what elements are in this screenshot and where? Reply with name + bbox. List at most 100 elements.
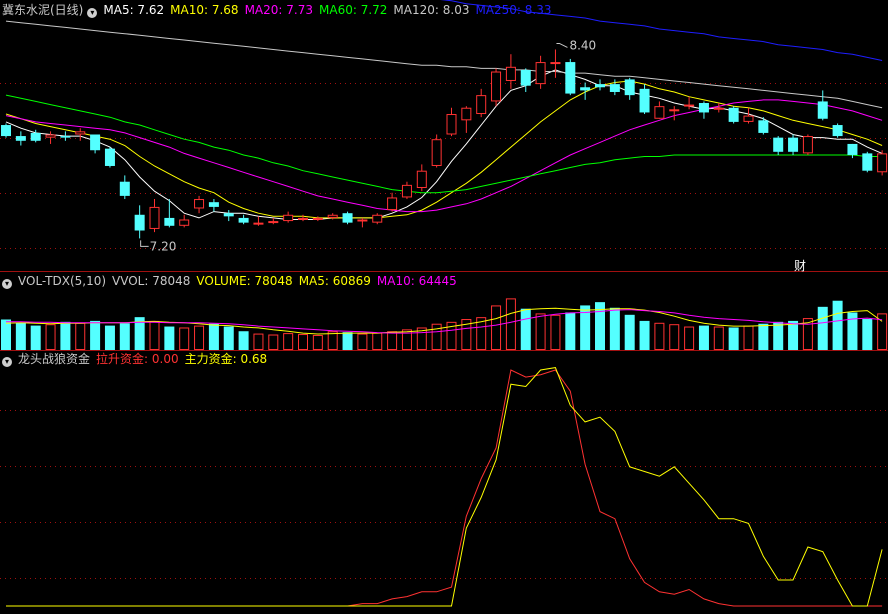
candle bbox=[877, 150, 888, 176]
candle bbox=[654, 101, 665, 119]
volume-indicators: VVOL: 78048 VOLUME: 78048 MA5: 60869 MA10: … bbox=[112, 274, 463, 288]
candle bbox=[90, 134, 101, 154]
candle-body bbox=[75, 131, 86, 135]
indicator-label: MA120: 8.03 bbox=[393, 3, 470, 17]
candle-body bbox=[862, 153, 873, 171]
candle-body bbox=[654, 106, 665, 119]
volume-bar bbox=[565, 312, 576, 350]
candle bbox=[283, 211, 294, 223]
candle bbox=[565, 58, 576, 96]
candle bbox=[401, 181, 412, 200]
candle bbox=[728, 106, 739, 124]
indicator-label: 主力资金: 0.68 bbox=[184, 352, 268, 366]
volume-bars[interactable] bbox=[1, 298, 888, 351]
candle bbox=[461, 106, 472, 133]
candle-body bbox=[327, 214, 338, 218]
stock-chart[interactable]: 8.40 7.20 财 bbox=[0, 0, 888, 614]
volume-bar bbox=[817, 306, 828, 350]
candle-body bbox=[476, 95, 487, 115]
volume-bar bbox=[550, 314, 561, 350]
candle bbox=[179, 214, 190, 228]
candle bbox=[446, 107, 457, 137]
volume-bar bbox=[773, 321, 784, 350]
candle-body bbox=[179, 219, 190, 226]
volume-bar bbox=[743, 325, 754, 351]
candle bbox=[758, 117, 769, 135]
candle-body bbox=[253, 222, 264, 225]
indicator-label: MA60: 7.72 bbox=[319, 3, 388, 17]
candle bbox=[491, 68, 502, 107]
volume-bar bbox=[624, 314, 635, 350]
candle bbox=[817, 90, 828, 121]
volume-bar bbox=[208, 323, 219, 350]
chevron-down-icon[interactable]: ▾ bbox=[2, 279, 12, 289]
volume-bar bbox=[15, 322, 26, 350]
volume-bar bbox=[535, 313, 546, 350]
volume-bar bbox=[639, 320, 650, 350]
price-panel-header: 冀东水泥(日线) ▾ MA5: 7.62 MA10: 7.68 MA20: 7.73 MA… bbox=[2, 2, 564, 18]
candle-body bbox=[847, 143, 858, 155]
event-marker[interactable]: 财 bbox=[794, 259, 806, 273]
volume-bar bbox=[268, 334, 279, 350]
candle-body bbox=[60, 136, 71, 138]
candle-body bbox=[832, 125, 843, 137]
candle bbox=[15, 131, 26, 146]
candle-body bbox=[788, 137, 799, 152]
volume-bar bbox=[327, 331, 338, 351]
candle-body bbox=[401, 184, 412, 198]
candle bbox=[238, 214, 249, 225]
candle bbox=[684, 96, 695, 110]
price-candles[interactable] bbox=[1, 49, 888, 239]
volume-bar bbox=[847, 312, 858, 350]
annotations: 8.40 7.20 财 bbox=[140, 38, 806, 273]
indicator-line bbox=[6, 369, 883, 607]
candle bbox=[505, 54, 516, 89]
candle-body bbox=[505, 66, 516, 81]
volume-bar bbox=[862, 319, 873, 350]
candle bbox=[223, 210, 234, 222]
candle bbox=[268, 217, 279, 225]
candle bbox=[862, 151, 873, 173]
volume-bar bbox=[342, 332, 353, 350]
candle bbox=[208, 199, 219, 212]
candle-body bbox=[283, 214, 294, 222]
volume-panel-header: ▾ VOL-TDX(5,10) VVOL: 78048 VOLUME: 78048 MA… bbox=[2, 273, 469, 289]
candle bbox=[342, 211, 353, 225]
volume-bar bbox=[194, 325, 205, 351]
high-pointer bbox=[556, 42, 568, 48]
candle-body bbox=[30, 132, 41, 141]
candle bbox=[372, 213, 383, 225]
candle bbox=[698, 101, 709, 119]
candle-body bbox=[520, 69, 531, 86]
volume-bar bbox=[30, 325, 41, 350]
indicator-label: MA10: 7.68 bbox=[170, 3, 239, 17]
volume-bar bbox=[119, 323, 130, 350]
candle bbox=[134, 205, 145, 239]
candle-body bbox=[639, 88, 650, 113]
candle-body bbox=[713, 107, 724, 110]
chevron-down-icon[interactable]: ▾ bbox=[87, 8, 98, 18]
candle bbox=[45, 131, 56, 144]
candle bbox=[743, 107, 754, 124]
volume-bar bbox=[669, 324, 680, 351]
low-pointer bbox=[140, 240, 149, 247]
indicator-lines bbox=[6, 367, 883, 607]
candle bbox=[639, 84, 650, 115]
candle-body bbox=[535, 62, 546, 85]
indicator-panel-header: ▾ 龙头战狼资金 拉升资金: 0.00 主力资金: 0.68 bbox=[2, 351, 279, 367]
volume-bar bbox=[179, 327, 190, 351]
candle bbox=[624, 77, 635, 100]
ma-line-ma60 bbox=[5, 94, 883, 194]
volume-bar bbox=[1, 319, 11, 350]
candle bbox=[431, 134, 442, 168]
candle-body bbox=[164, 217, 175, 226]
candle-body bbox=[104, 148, 115, 166]
candle bbox=[847, 143, 858, 159]
candle-body bbox=[773, 137, 784, 152]
candle-body bbox=[1, 125, 11, 137]
candle-body bbox=[134, 214, 145, 231]
candle bbox=[119, 175, 130, 200]
chevron-down-icon[interactable]: ▾ bbox=[2, 357, 12, 367]
volume-bar bbox=[60, 321, 71, 350]
volume-bar bbox=[832, 300, 843, 350]
